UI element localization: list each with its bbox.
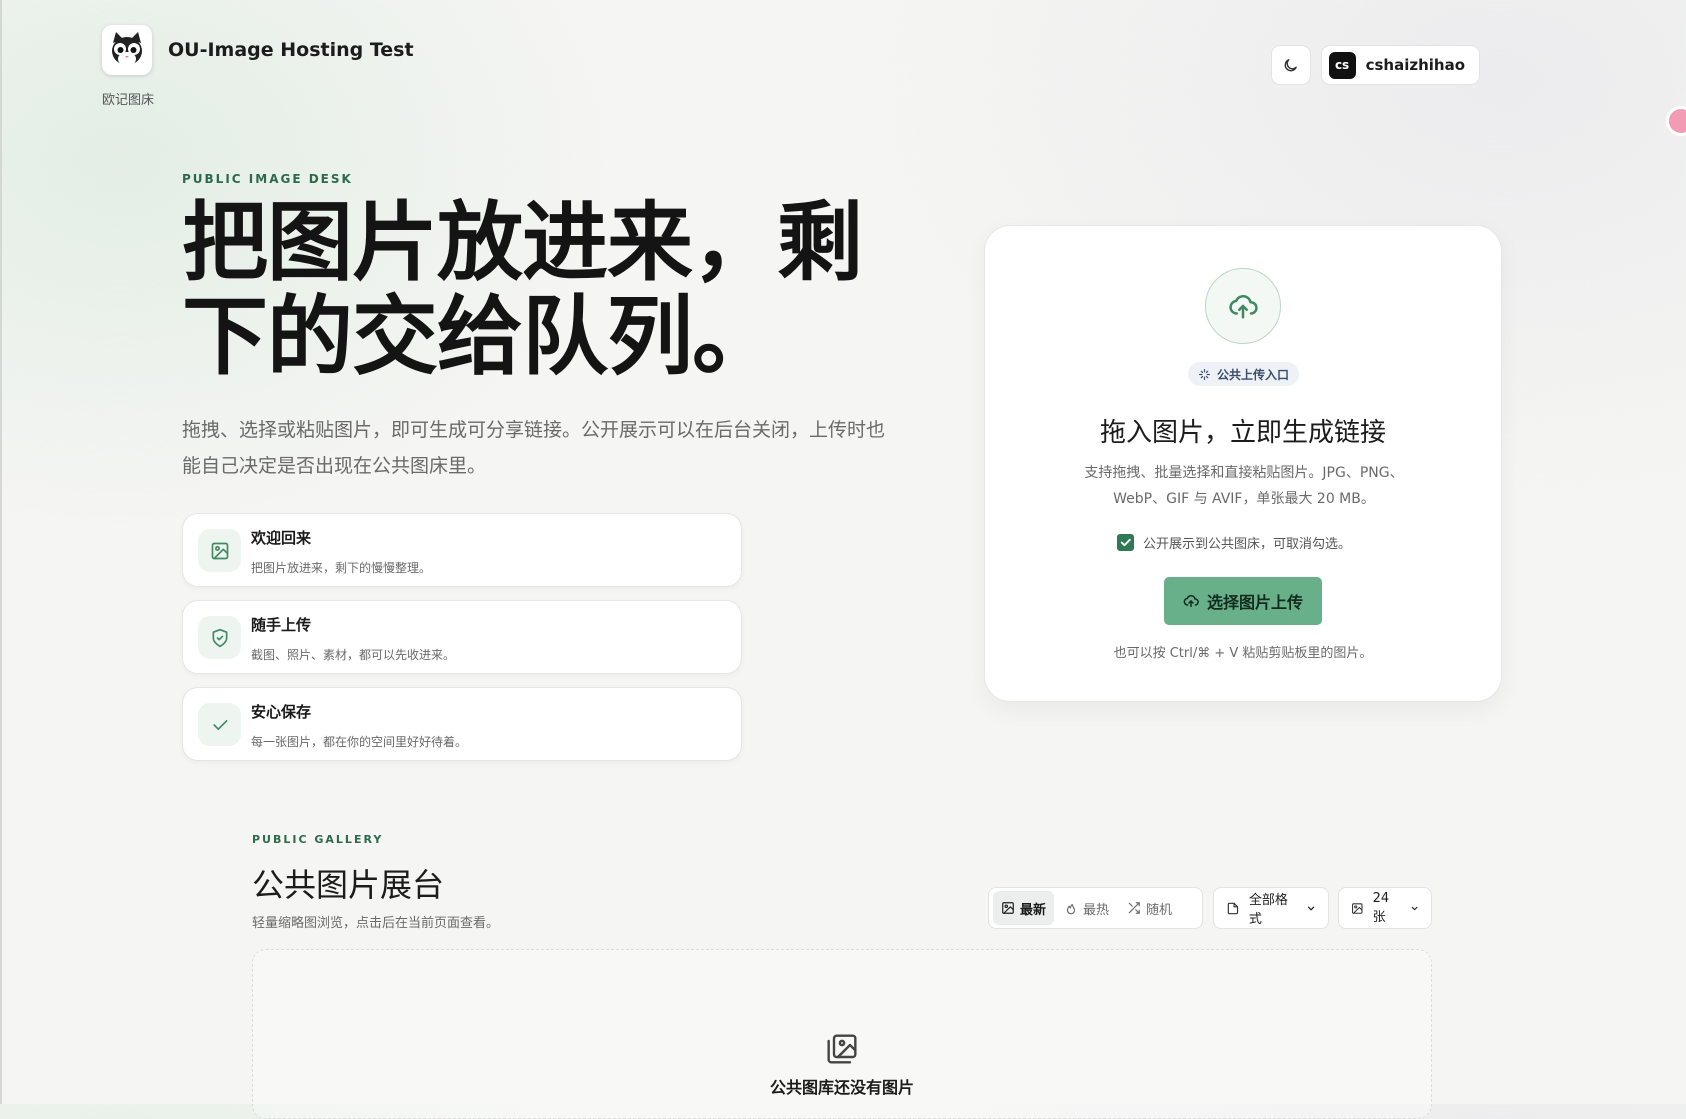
flame-icon (1066, 903, 1076, 915)
select-upload-label: 选择图片上传 (1206, 593, 1303, 612)
hero-title: 把图片放进来，剩下的交给队列。 (182, 193, 863, 387)
upload-desc-line: 支持拖拽、批量选择和直接粘贴图片。JPG、PNG、 (1084, 465, 1404, 481)
upload-title: 拖入图片，立即生成链接 (1099, 418, 1386, 448)
sort-random-label: 随机 (1146, 902, 1173, 918)
paste-hint: 也可以按 Ctrl/⌘ + V 粘贴剪贴板里的图片。 (1113, 646, 1373, 661)
upload-description: 支持拖拽、批量选择和直接粘贴图片。JPG、PNG、 WebP、GIF 与 AVI… (1059, 460, 1429, 512)
feature-card: 随手上传 截图、照片、素材，都可以先收进来。 (182, 600, 742, 674)
upload-badge: 公共上传入口 (1188, 362, 1300, 386)
public-checkbox-label: 公开展示到公共图床，可取消勾选。 (1143, 537, 1352, 552)
gallery-empty-state: 公共图库还没有图片 (252, 949, 1432, 1119)
empty-gallery-icon (826, 1033, 858, 1069)
feature-desc: 截图、照片、素材，都可以先收进来。 (251, 648, 456, 662)
gallery-subtitle: 轻量缩略图浏览，点击后在当前页面查看。 (252, 916, 500, 931)
gallery-title: 公共图片展台 (252, 866, 445, 904)
hero-eyebrow: PUBLIC IMAGE DESK (182, 172, 353, 186)
chevron-down-icon (1307, 906, 1315, 910)
gallery-eyebrow: PUBLIC GALLERY (252, 833, 384, 846)
page-size-value: 24 张 (1372, 891, 1390, 925)
theme-toggle-button[interactable] (1270, 45, 1311, 85)
image-icon (198, 529, 241, 572)
feature-desc: 每一张图片，都在你的空间里好好待着。 (251, 735, 468, 749)
sort-latest-label: 最新 (1020, 902, 1047, 918)
public-toggle[interactable]: 公开展示到公共图床，可取消勾选。 (1117, 533, 1351, 552)
upload-dropzone[interactable]: 公共上传入口 拖入图片，立即生成链接 支持拖拽、批量选择和直接粘贴图片。JPG、… (984, 225, 1502, 702)
chevron-down-icon (1411, 906, 1418, 910)
feature-title: 随手上传 (251, 616, 312, 634)
floating-widget-icon[interactable] (1666, 106, 1686, 136)
brand[interactable]: OU-Image Hosting Test (102, 25, 414, 75)
upload-badge-label: 公共上传入口 (1217, 367, 1290, 382)
username: cshaizhihao (1365, 56, 1465, 74)
images-icon (1002, 902, 1014, 914)
empty-gallery-text: 公共图库还没有图片 (769, 1078, 914, 1097)
public-checkbox[interactable] (1117, 534, 1134, 551)
upload-icon (1183, 595, 1199, 608)
feature-card: 安心保存 每一张图片，都在你的空间里好好待着。 (182, 687, 742, 761)
file-icon (1227, 902, 1239, 914)
format-filter-select[interactable]: 全部格式 (1213, 887, 1329, 929)
sort-hot-label: 最热 (1083, 902, 1110, 918)
header-actions: cs cshaizhihao (1270, 45, 1480, 85)
check-icon (198, 703, 241, 746)
sort-latest-tab[interactable]: 最新 (993, 891, 1055, 925)
gallery-icon (1352, 902, 1363, 914)
app-title: OU-Image Hosting Test (168, 39, 414, 61)
cloud-upload-icon (1205, 268, 1281, 344)
user-menu-button[interactable]: cs cshaizhihao (1320, 45, 1480, 85)
shuffle-icon (1128, 902, 1140, 914)
moon-icon (1284, 58, 1297, 71)
sort-tabs: 最新 最热 随机 (988, 887, 1203, 929)
feature-title: 安心保存 (251, 703, 312, 721)
select-upload-button[interactable]: 选择图片上传 (1164, 577, 1322, 625)
avatar: cs (1328, 51, 1356, 79)
cat-logo-icon (102, 25, 152, 75)
checkmark-icon (1120, 538, 1131, 547)
app-subtitle: 欧记图床 (102, 93, 155, 108)
feature-desc: 把图片放进来，剩下的慢慢整理。 (251, 561, 432, 575)
sort-random-tab[interactable]: 随机 (1119, 891, 1180, 925)
sort-hot-tab[interactable]: 最热 (1056, 891, 1117, 925)
page-size-select[interactable]: 24 张 (1338, 887, 1432, 929)
feature-card: 欢迎回来 把图片放进来，剩下的慢慢整理。 (182, 513, 742, 587)
shield-check-icon (198, 616, 241, 659)
feature-title: 欢迎回来 (251, 529, 312, 547)
format-filter-value: 全部格式 (1248, 893, 1288, 927)
window-edge (0, 0, 2, 1104)
hero-description: 拖拽、选择或粘贴图片，即可生成可分享链接。公开展示可以在后台关闭，上传时也能自己… (182, 419, 886, 477)
sparkle-icon (1199, 368, 1210, 380)
upload-desc-line: WebP、GIF 与 AVIF，单张最大 20 MB。 (1113, 491, 1375, 507)
